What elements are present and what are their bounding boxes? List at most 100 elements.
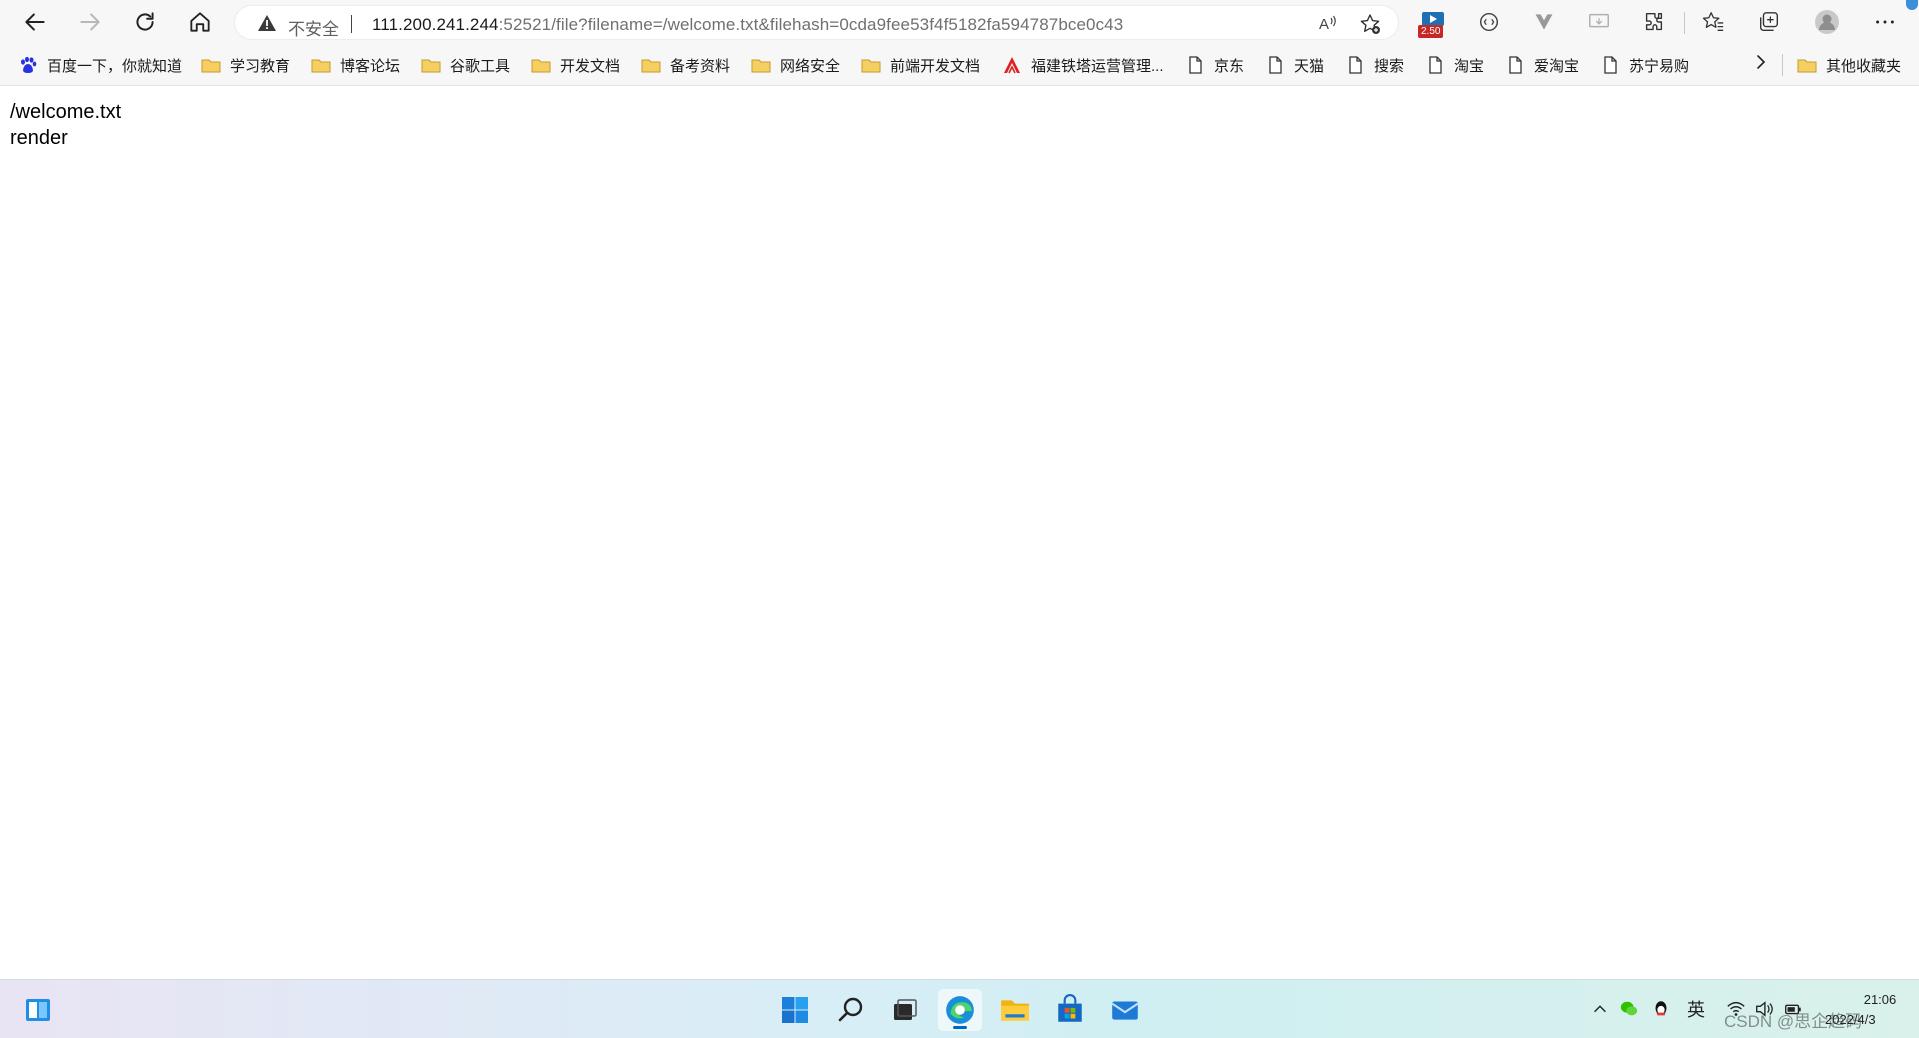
bookmark-label: 福建铁塔运营管理... xyxy=(1031,57,1164,75)
folder-icon xyxy=(421,59,441,73)
address-divider xyxy=(351,15,352,33)
bookmark-label: 天猫 xyxy=(1294,57,1325,75)
extensions-button[interactable] xyxy=(1641,9,1667,35)
extension-button-3[interactable] xyxy=(1531,9,1557,35)
bookmark-label: 苏宁易购 xyxy=(1629,57,1690,75)
microsoft-store-icon xyxy=(1058,994,1082,1022)
url-text[interactable]: 111.200.241.244:52521/file?filename=/wel… xyxy=(372,15,1123,35)
bookmark-folder-security[interactable]: 网络安全 xyxy=(751,54,840,76)
mail-button[interactable] xyxy=(1103,989,1147,1031)
bookmark-label: 博客论坛 xyxy=(340,57,401,75)
edge-taskbar-button[interactable] xyxy=(938,989,982,1031)
bookmarks-bar: 百度一下，你就知道 学习教育 博客论坛 谷歌工具 开发文档 备考资料 网络安全 … xyxy=(0,44,1919,86)
vue-devtools-icon xyxy=(1535,14,1553,30)
clock-time[interactable]: 21:06 xyxy=(1859,992,1901,1007)
qq-icon xyxy=(1655,1001,1667,1016)
collections-button[interactable] xyxy=(1756,9,1782,35)
bookmark-label: 谷歌工具 xyxy=(450,57,511,75)
screen-capture-icon xyxy=(1589,13,1609,28)
url-host: 111.200.241.244 xyxy=(372,15,499,34)
bookmark-folder-dev-docs[interactable]: 开发文档 xyxy=(531,54,620,76)
security-label[interactable]: 不安全 xyxy=(288,15,339,40)
profile-button[interactable] xyxy=(1814,9,1840,35)
folder-icon xyxy=(641,59,661,73)
bookmark-label: 学习教育 xyxy=(230,57,291,75)
start-button[interactable] xyxy=(773,989,817,1031)
extension-button-4[interactable] xyxy=(1586,9,1612,35)
windows-taskbar: 英 21:06 2022/4/3 CSDN @思企趋码 xyxy=(0,979,1919,1038)
bookmark-folder-frontend[interactable]: 前端开发文档 xyxy=(861,54,980,76)
bookmark-aitaobao[interactable]: 爱淘宝 xyxy=(1505,54,1579,76)
folder-icon xyxy=(1797,59,1817,73)
page-icon xyxy=(1189,56,1202,74)
bookmarks-divider xyxy=(1782,54,1783,76)
windows-start-icon xyxy=(782,997,808,1023)
bookmark-label: 开发文档 xyxy=(560,57,621,75)
tower-logo-icon xyxy=(1004,57,1020,74)
add-favorite-icon[interactable] xyxy=(1359,13,1381,35)
forward-arrow-icon xyxy=(80,13,100,31)
search-icon xyxy=(838,997,863,1022)
bookmark-label: 百度一下，你就知道 xyxy=(47,57,183,75)
bookmark-tower-ops[interactable]: 福建铁塔运营管理... xyxy=(1002,54,1164,76)
extension-button-2[interactable] xyxy=(1476,9,1502,35)
folder-icon xyxy=(531,59,551,73)
bookmark-jd[interactable]: 京东 xyxy=(1185,54,1244,76)
extensions-icon xyxy=(1645,13,1663,31)
home-icon xyxy=(190,12,210,32)
back-arrow-icon xyxy=(25,13,45,31)
read-aloud-icon[interactable]: A xyxy=(1317,13,1339,35)
extension-badge: 2.50 xyxy=(1418,25,1444,38)
ime-indicator[interactable]: 英 xyxy=(1683,998,1709,1020)
store-button[interactable] xyxy=(1048,989,1092,1031)
file-explorer-icon xyxy=(1001,1000,1029,1021)
widgets-button[interactable] xyxy=(16,989,60,1031)
svg-text:A: A xyxy=(1319,16,1329,33)
chevron-right-icon[interactable] xyxy=(1752,53,1770,71)
bookmark-baidu[interactable]: 百度一下，你就知道 xyxy=(18,54,182,76)
file-path-text: /welcome.txt xyxy=(10,101,122,123)
search-button[interactable] xyxy=(829,989,873,1031)
bookmark-folder-study[interactable]: 学习教育 xyxy=(201,54,290,76)
bookmark-folder-google-tools[interactable]: 谷歌工具 xyxy=(421,54,510,76)
widgets-icon xyxy=(26,999,50,1021)
back-button[interactable] xyxy=(13,0,57,44)
page-icon xyxy=(1509,56,1522,74)
bookmark-label: 京东 xyxy=(1214,57,1245,75)
render-text: render xyxy=(10,127,68,149)
bookmark-other-favorites[interactable]: 其他收藏夹 xyxy=(1797,54,1901,76)
chevron-up-icon xyxy=(1594,1005,1606,1013)
mail-icon xyxy=(1111,1001,1139,1020)
favorites-button[interactable] xyxy=(1700,9,1726,35)
forward-button[interactable] xyxy=(68,0,112,44)
page-icon xyxy=(1349,56,1362,74)
qq-tray-button[interactable] xyxy=(1650,998,1672,1020)
bookmark-folder-exam[interactable]: 备考资料 xyxy=(641,54,730,76)
bookmark-tmall[interactable]: 天猫 xyxy=(1265,54,1324,76)
more-menu-button[interactable] xyxy=(1872,9,1898,35)
home-button[interactable] xyxy=(178,0,222,44)
bookmark-suning[interactable]: 苏宁易购 xyxy=(1600,54,1689,76)
bookmark-label: 淘宝 xyxy=(1454,57,1485,75)
wechat-tray-button[interactable] xyxy=(1618,998,1640,1020)
address-bar[interactable]: 不安全 111.200.241.244:52521/file?filename=… xyxy=(234,5,1399,40)
refresh-button[interactable] xyxy=(123,0,167,44)
profile-icon xyxy=(1815,10,1839,34)
file-explorer-button[interactable] xyxy=(993,989,1037,1031)
edge-browser-icon xyxy=(946,996,974,1024)
baidu-paw-icon xyxy=(21,56,37,73)
task-view-icon xyxy=(894,999,917,1020)
csdn-watermark: CSDN @思企趋码 xyxy=(1724,1012,1863,1031)
warning-icon[interactable] xyxy=(257,14,277,32)
bookmark-taobao[interactable]: 淘宝 xyxy=(1425,54,1484,76)
favorites-icon xyxy=(1702,12,1724,31)
circle-code-icon xyxy=(1479,12,1499,32)
bookmark-folder-blogs[interactable]: 博客论坛 xyxy=(311,54,400,76)
more-menu-icon xyxy=(1876,20,1894,24)
page-icon xyxy=(1604,56,1617,74)
bookmark-search[interactable]: 搜索 xyxy=(1345,54,1404,76)
browser-toolbar: 不安全 111.200.241.244:52521/file?filename=… xyxy=(0,0,1919,44)
task-view-button[interactable] xyxy=(883,989,927,1031)
tray-overflow-button[interactable] xyxy=(1590,998,1610,1020)
url-path: :52521/file?filename=/welcome.txt&fileha… xyxy=(498,15,1124,34)
